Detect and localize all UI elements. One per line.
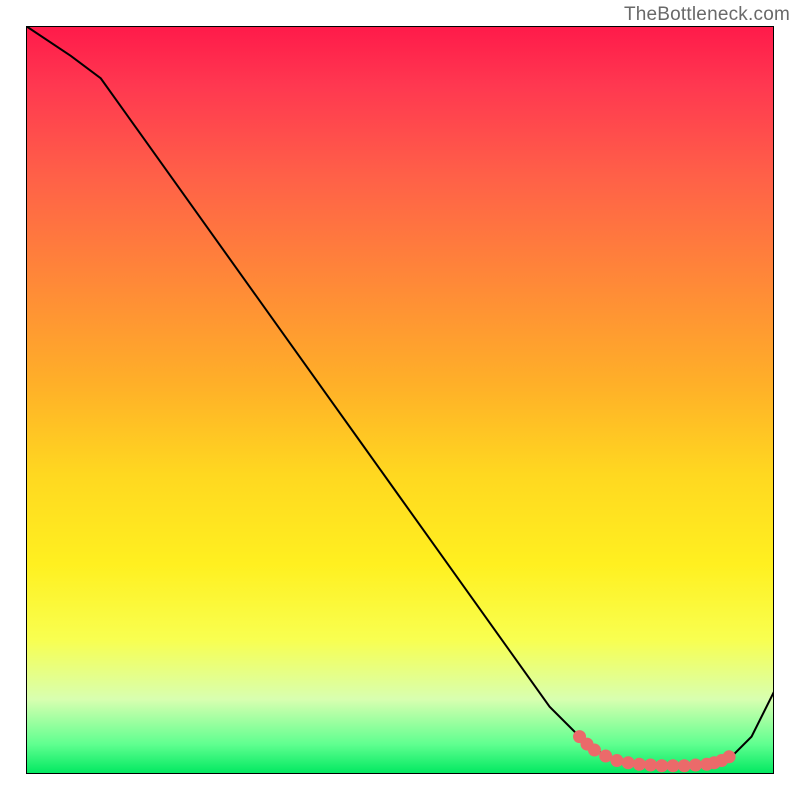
bottleneck-curve	[26, 26, 774, 767]
highlight-markers	[573, 730, 736, 772]
marker-dot	[678, 759, 691, 772]
marker-dot	[610, 754, 623, 767]
curve-line	[26, 26, 774, 767]
marker-dot	[622, 756, 635, 769]
marker-dot	[633, 758, 646, 771]
marker-dot	[644, 759, 657, 772]
marker-dot	[599, 750, 612, 763]
plot-area	[26, 26, 774, 774]
marker-dot	[689, 759, 702, 772]
watermark-text: TheBottleneck.com	[624, 4, 790, 26]
marker-dot	[655, 759, 668, 772]
curve-svg	[26, 26, 774, 774]
marker-dot	[723, 750, 736, 763]
marker-dot	[667, 759, 680, 772]
marker-dot	[588, 744, 601, 757]
chart-container: TheBottleneck.com	[0, 0, 800, 800]
